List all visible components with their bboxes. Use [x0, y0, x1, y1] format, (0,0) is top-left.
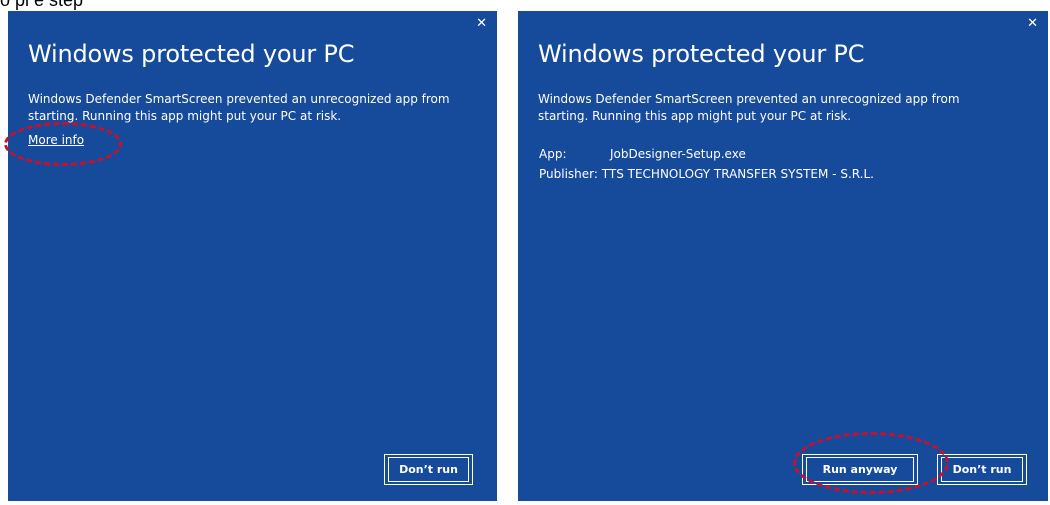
detail-value-publisher: TTS TECHNOLOGY TRANSFER SYSTEM - S.R.L. — [601, 167, 874, 181]
run-anyway-label: Run anyway — [806, 457, 914, 482]
header-fragment: o pl e step — [0, 0, 84, 10]
dialog-title: Windows protected your PC — [28, 40, 355, 68]
dialog-title: Windows protected your PC — [538, 40, 865, 68]
detail-row-app: App: JobDesigner-Setup.exe — [539, 145, 874, 165]
dont-run-label: Don’t run — [941, 457, 1023, 482]
close-icon[interactable]: ✕ — [476, 17, 487, 30]
dont-run-button[interactable]: Don’t run — [384, 454, 473, 485]
detail-label-publisher: Publisher: — [539, 167, 598, 181]
run-anyway-button[interactable]: Run anyway — [802, 454, 918, 485]
dialog-message: Windows Defender SmartScreen prevented a… — [28, 92, 450, 123]
close-icon[interactable]: ✕ — [1027, 17, 1038, 30]
dont-run-label: Don’t run — [388, 457, 469, 482]
detail-value-app: JobDesigner-Setup.exe — [610, 147, 746, 161]
detail-row-publisher: Publisher: TTS TECHNOLOGY TRANSFER SYSTE… — [539, 165, 874, 185]
app-details: App: JobDesigner-Setup.exe Publisher: TTS… — [539, 145, 874, 185]
dont-run-button[interactable]: Don’t run — [937, 454, 1027, 485]
dialog-message: Windows Defender SmartScreen prevented a… — [538, 92, 960, 123]
smartscreen-dialog-expanded: ✕ Windows protected your PC Windows Defe… — [518, 11, 1048, 501]
detail-label-app: App: — [539, 147, 567, 161]
smartscreen-dialog-collapsed: ✕ Windows protected your PC Windows Defe… — [8, 11, 497, 501]
more-info-link[interactable]: More info — [28, 133, 84, 147]
